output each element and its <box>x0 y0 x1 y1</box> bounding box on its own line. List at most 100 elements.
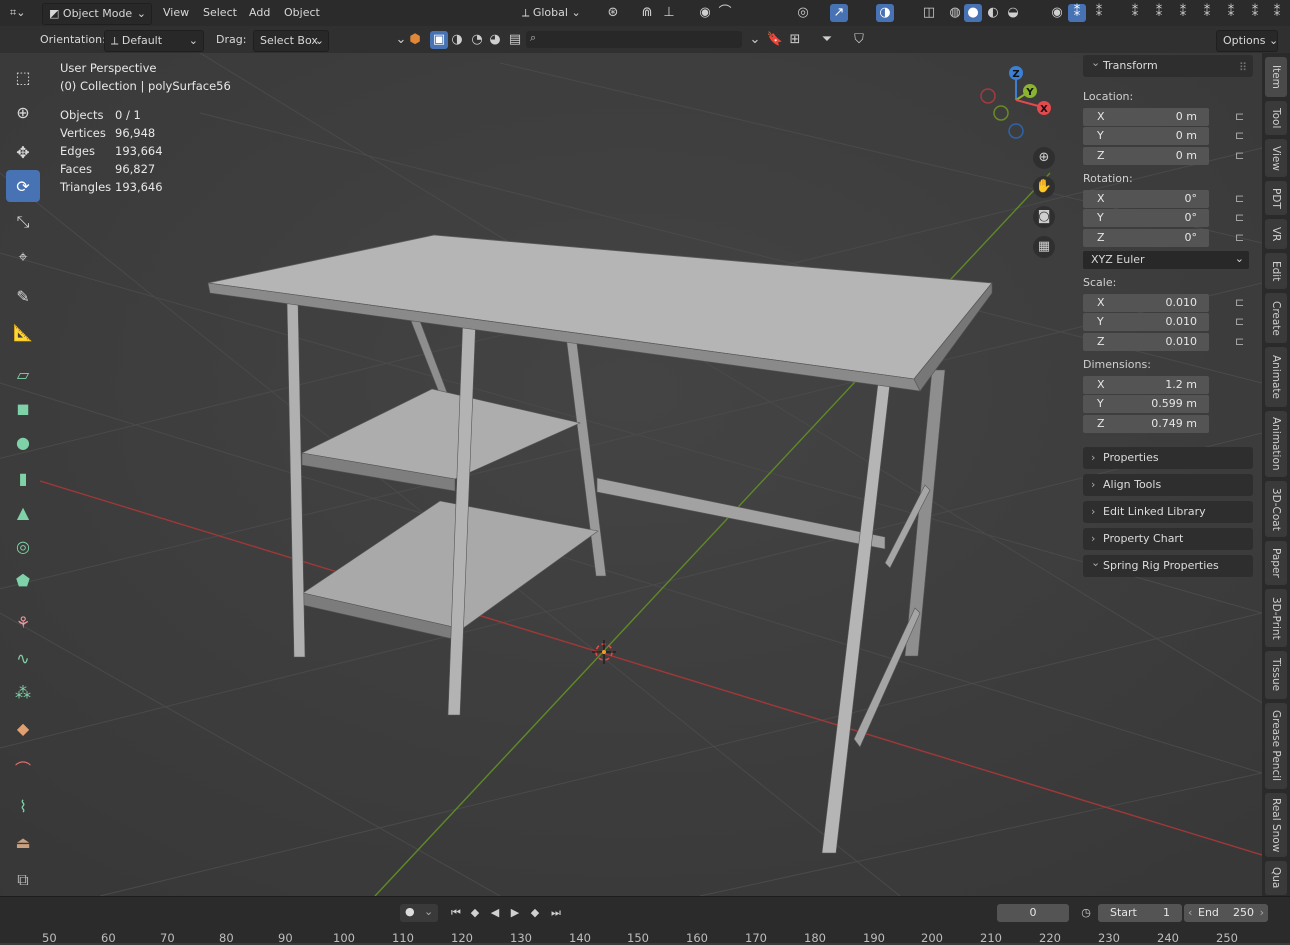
object-types-icon[interactable]: ⬢ <box>406 31 424 49</box>
keyframe-toggle[interactable]: ● ⌄ <box>400 904 438 922</box>
menu-view[interactable]: View <box>158 3 194 23</box>
eye-icon[interactable]: ◉ <box>1048 4 1066 22</box>
filter-dropdown-icon[interactable]: ⌄ <box>746 31 764 49</box>
rotation-x-field[interactable]: X 0° <box>1083 190 1209 208</box>
select-mode-intersect-icon[interactable]: ▤ <box>506 31 524 49</box>
tab-paper[interactable]: Paper <box>1265 541 1287 585</box>
add-cone-icon[interactable]: ▲ <box>6 496 40 528</box>
xray-icon[interactable]: ◫ <box>920 4 938 22</box>
lock-icon[interactable]: ⊏ <box>1235 129 1249 143</box>
restrict-toggle-icon[interactable]: ⁑ <box>1246 4 1264 22</box>
rotation-mode-dropdown[interactable]: XYZ Euler ⌄ <box>1083 251 1249 269</box>
perspective-grid-icon[interactable]: ▦ <box>1033 236 1055 258</box>
add-plane-icon[interactable]: ▱ <box>6 358 40 390</box>
select-mode-new-icon[interactable]: ▣ <box>430 31 448 49</box>
transform-icon[interactable]: ⌖ <box>6 241 40 273</box>
lock-icon[interactable]: ⊏ <box>1235 192 1249 206</box>
rotate-icon[interactable]: ⟳ <box>6 170 40 202</box>
restrict-toggle-icon[interactable]: ⁑ <box>1268 4 1286 22</box>
layout-icon[interactable]: ⊞ <box>786 31 804 49</box>
add-mesh-icon[interactable]: ⬟ <box>6 564 40 596</box>
restrict-toggle-icon[interactable]: ⁑ <box>1198 4 1216 22</box>
play-reverse-icon[interactable]: ◀ <box>487 905 503 921</box>
tab-edit[interactable]: Edit <box>1265 253 1287 289</box>
start-frame-field[interactable]: Start 1 <box>1098 904 1182 922</box>
add-spring-icon[interactable]: ⌇ <box>6 790 40 822</box>
solid-shading-icon[interactable]: ● <box>964 4 982 22</box>
add-cube-icon[interactable]: ◼ <box>6 392 40 424</box>
menu-select[interactable]: Select <box>198 3 242 23</box>
rotation-y-field[interactable]: Y 0° <box>1083 209 1209 227</box>
panel-edit-linked-library[interactable]: Edit Linked Library <box>1083 501 1253 523</box>
lock-icon[interactable]: ⊏ <box>1235 110 1249 124</box>
options-dropdown[interactable]: Options ⌄ <box>1216 30 1278 52</box>
jump-start-icon[interactable]: ⏮ <box>448 905 464 921</box>
3d-viewport[interactable]: User Perspective (0) Collection | polySu… <box>0 53 1262 896</box>
cursor-icon[interactable]: ⊕ <box>6 96 40 128</box>
camera-icon[interactable]: ◙ <box>1033 206 1055 228</box>
clock-icon[interactable]: ◷ <box>1078 905 1094 921</box>
transform-orientation-dropdown[interactable]: ⟂ Global ⌄ <box>516 3 600 23</box>
end-frame-field[interactable]: ‹ End 250 › <box>1184 904 1268 922</box>
location-z-field[interactable]: Z0 m <box>1083 147 1209 165</box>
panel-property-chart[interactable]: Property Chart <box>1083 528 1253 550</box>
dimensions-x-field[interactable]: X 1.2 m <box>1083 376 1209 394</box>
visibility-icon[interactable]: ◎ <box>794 4 812 22</box>
select-mode-invert-icon[interactable]: ◕ <box>486 31 504 49</box>
drag-handle-icon[interactable]: ⠿ <box>1239 61 1247 74</box>
zoom-icon[interactable]: ⊕ <box>1033 147 1055 169</box>
panel-align-tools[interactable]: Align Tools <box>1083 474 1253 496</box>
restrict-toggle-icon[interactable]: ⁑ <box>1090 4 1108 22</box>
add-sphere-icon[interactable]: ● <box>6 426 40 458</box>
tab-grease-pencil[interactable]: Grease Pencil <box>1265 703 1287 789</box>
menu-add[interactable]: Add <box>244 3 275 23</box>
add-curve-icon[interactable]: ∿ <box>6 642 40 674</box>
gizmo-neg-y-axis[interactable] <box>993 105 1009 121</box>
jump-end-icon[interactable]: ⏭ <box>548 905 564 921</box>
location-y-field[interactable]: Y0 m <box>1083 127 1209 145</box>
restrict-toggle-icon[interactable]: ⁑ <box>1150 4 1168 22</box>
bookmark-icon[interactable]: 🔖 <box>766 31 784 49</box>
tab-animate[interactable]: Animate <box>1265 347 1287 407</box>
tab-tool[interactable]: Tool <box>1265 101 1287 135</box>
lock-icon[interactable]: ⊏ <box>1235 211 1249 225</box>
pan-hand-icon[interactable]: ✋ <box>1033 176 1055 198</box>
scale-y-field[interactable]: Y 0.010 <box>1083 313 1209 331</box>
navigation-gizmo[interactable]: Z Y X <box>976 63 1056 143</box>
tab-3d-coat[interactable]: 3D-Coat <box>1265 481 1287 537</box>
restrict-toggle-icon[interactable]: ⁑ <box>1222 4 1240 22</box>
tab-create[interactable]: Create <box>1265 293 1287 343</box>
shield-icon[interactable]: ⛉ <box>850 31 868 49</box>
wireframe-shading-icon[interactable]: ◍ <box>946 4 964 22</box>
editor-type-button[interactable]: ⌗⌄ <box>4 3 31 23</box>
drag-dropdown[interactable]: Select Box ⌄ <box>253 30 329 52</box>
gizmo-neg-x-axis[interactable] <box>980 88 996 104</box>
tab-qua[interactable]: Qua <box>1265 861 1287 895</box>
select-mode-extend-icon[interactable]: ◑ <box>448 31 466 49</box>
snap-icon[interactable]: ⋒ <box>638 4 656 22</box>
proportional-edit-icon[interactable]: ◉ <box>696 4 714 22</box>
scale-icon[interactable]: ⤡ <box>6 206 40 238</box>
select-box-icon[interactable]: ⬚ <box>6 61 40 93</box>
restrict-toggle-icon[interactable]: ⁑ <box>1174 4 1192 22</box>
lock-icon[interactable]: ⊏ <box>1235 149 1249 163</box>
search-input[interactable]: ⌕ <box>526 31 742 48</box>
lock-icon[interactable]: ⊏ <box>1235 335 1249 349</box>
orientation-dropdown[interactable]: ⟂ Default ⌄ <box>104 30 204 52</box>
filter-icon[interactable]: ⏷ <box>818 31 836 49</box>
annotate-icon[interactable]: ✎ <box>6 280 40 312</box>
restrict-toggle-icon[interactable]: ⁑ <box>1068 4 1086 22</box>
add-rainbow-icon[interactable]: ⌒ <box>6 752 40 784</box>
measure-icon[interactable]: 📐 <box>6 316 40 348</box>
add-gem-icon[interactable]: ◆ <box>6 712 40 744</box>
add-torus-icon[interactable]: ◎ <box>6 530 40 562</box>
add-lamp-icon[interactable]: ⏏ <box>6 826 40 858</box>
tab-real-snow[interactable]: Real Snow <box>1265 793 1287 857</box>
play-icon[interactable]: ▶ <box>507 905 523 921</box>
tab-3d-print[interactable]: 3D-Print <box>1265 589 1287 647</box>
tab-view[interactable]: View <box>1265 139 1287 177</box>
dimensions-z-field[interactable]: Z 0.749 m <box>1083 415 1209 433</box>
gizmo-neg-z-axis[interactable] <box>1008 123 1024 139</box>
rotation-z-field[interactable]: Z 0° <box>1083 229 1209 247</box>
add-scatter-icon[interactable]: ⁂ <box>6 676 40 708</box>
